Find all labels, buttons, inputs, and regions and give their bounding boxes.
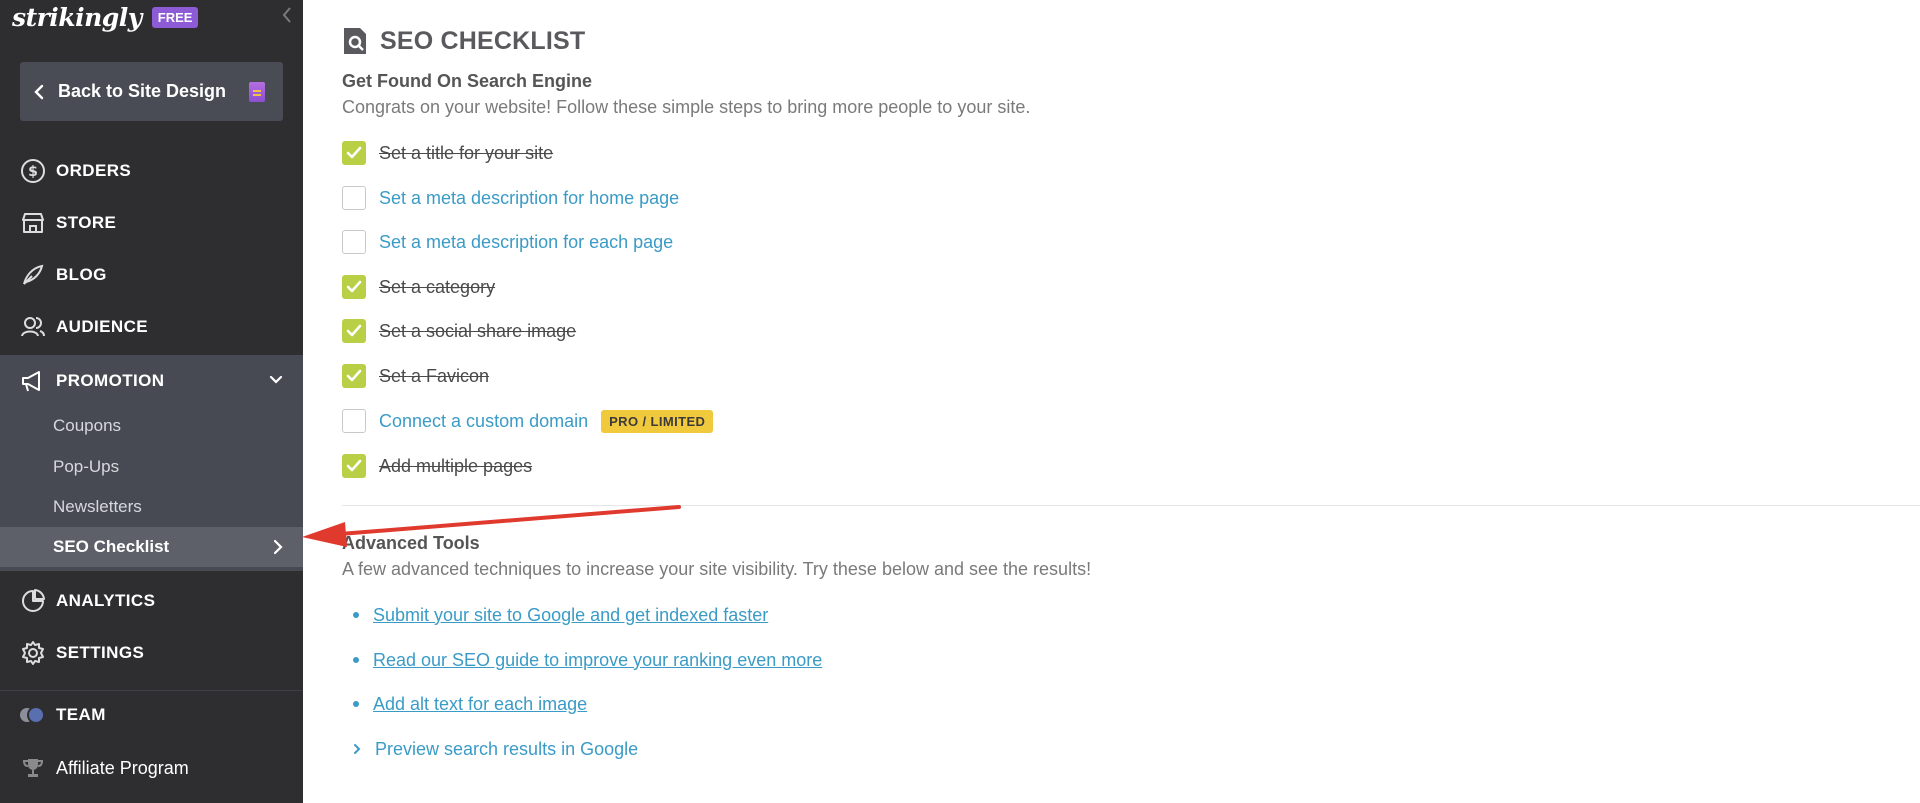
chevron-left-icon xyxy=(34,84,48,100)
checklist-item[interactable]: Set a meta description for each page xyxy=(342,229,673,255)
checklist-item-label: Set a title for your site xyxy=(379,142,554,163)
sub-item-coupons[interactable]: Coupons xyxy=(0,406,303,446)
bullet xyxy=(353,701,359,707)
audience-icon xyxy=(20,314,46,340)
promotion-section: PROMOTION Coupons Pop-Ups Newsletters SE… xyxy=(0,355,303,571)
checklist-item-link[interactable]: Set a meta description for each page xyxy=(379,232,673,253)
chevron-right-icon xyxy=(353,743,361,755)
back-to-site-design-button[interactable]: Back to Site Design xyxy=(20,62,283,121)
sub-item-pop-ups[interactable]: Pop-Ups xyxy=(0,447,303,487)
checklist-item-label: Add multiple pages xyxy=(379,455,533,476)
team-avatars-icon xyxy=(18,704,48,726)
nav-audience[interactable]: AUDIENCE xyxy=(0,301,303,353)
nav-promotion-label: PROMOTION xyxy=(56,371,165,390)
nav-analytics-label: ANALYTICS xyxy=(56,591,156,610)
page-header: SEO CHECKLIST xyxy=(342,26,585,56)
sub-item-newsletters[interactable]: Newsletters xyxy=(0,487,303,527)
alt-text-link[interactable]: Add alt text for each image xyxy=(373,694,587,715)
section-advanced-tools-desc: A few advanced techniques to increase yo… xyxy=(342,559,1092,579)
nav-affiliate-label: Affiliate Program xyxy=(56,757,189,778)
site-design-icon xyxy=(249,81,265,102)
checklist-item-link[interactable]: Set a meta description for home page xyxy=(379,188,679,209)
checklist-item[interactable]: Connect a custom domain PRO / LIMITED xyxy=(342,408,714,434)
brand[interactable]: strikingly FREE xyxy=(12,2,199,32)
nav-store[interactable]: STORE xyxy=(0,197,303,249)
checkbox-unchecked[interactable] xyxy=(342,186,366,210)
section-advanced-tools-title: Advanced Tools xyxy=(342,533,480,553)
bullet xyxy=(353,612,359,618)
submit-to-google-link[interactable]: Submit your site to Google and get index… xyxy=(373,605,768,626)
store-icon xyxy=(20,210,46,236)
nav-affiliate-program[interactable]: Affiliate Program xyxy=(0,742,303,794)
checkbox-unchecked[interactable] xyxy=(342,409,366,433)
section-divider xyxy=(342,505,1920,506)
seo-guide-link[interactable]: Read our SEO guide to improve your ranki… xyxy=(373,650,822,671)
checklist-item[interactable]: Set a title for your site xyxy=(342,140,553,166)
seo-search-document-icon xyxy=(342,26,368,56)
checkbox-checked[interactable] xyxy=(342,454,366,478)
nav-audience-label: AUDIENCE xyxy=(56,317,148,336)
svg-text:$: $ xyxy=(28,164,38,180)
checklist-item[interactable]: Set a meta description for home page xyxy=(342,185,679,211)
sidebar: strikingly FREE Back to Site Design $ OR… xyxy=(0,0,303,803)
bullet xyxy=(353,657,359,663)
nav-blog-label: BLOG xyxy=(56,265,107,284)
nav-analytics[interactable]: ANALYTICS xyxy=(0,575,303,627)
checklist-item-link[interactable]: Connect a custom domain xyxy=(379,411,588,432)
megaphone-icon xyxy=(20,368,46,394)
nav-store-label: STORE xyxy=(56,213,117,232)
pie-chart-icon xyxy=(20,588,46,614)
chevron-down-icon xyxy=(265,369,287,391)
checklist-item[interactable]: Set a Favicon xyxy=(342,363,489,389)
dollar-circle-icon: $ xyxy=(20,158,46,184)
checkbox-checked[interactable] xyxy=(342,364,366,388)
chevron-right-icon xyxy=(270,537,286,557)
advanced-link-item[interactable]: Add alt text for each image xyxy=(353,692,587,716)
checklist-item-label: Set a category xyxy=(379,276,496,297)
nav-blog[interactable]: BLOG xyxy=(0,249,303,301)
preview-search-results-label: Preview search results in Google xyxy=(375,738,639,759)
nav-settings-label: SETTINGS xyxy=(56,643,145,662)
nav-promotion[interactable]: PROMOTION xyxy=(0,355,303,407)
checklist-item[interactable]: Set a category xyxy=(342,274,495,300)
section-get-found-title: Get Found On Search Engine xyxy=(342,71,593,91)
preview-search-results-toggle[interactable]: Preview search results in Google xyxy=(353,737,638,761)
checklist-item[interactable]: Add multiple pages xyxy=(342,453,532,479)
section-get-found-desc: Congrats on your website! Follow these s… xyxy=(342,97,1031,117)
page-title: SEO CHECKLIST xyxy=(380,26,586,55)
nav-settings[interactable]: SETTINGS xyxy=(0,627,303,679)
collapse-sidebar-icon[interactable] xyxy=(281,5,301,29)
trophy-icon xyxy=(20,755,46,781)
back-button-label: Back to Site Design xyxy=(58,81,227,101)
checkbox-checked[interactable] xyxy=(342,319,366,343)
advanced-link-item[interactable]: Submit your site to Google and get index… xyxy=(353,603,768,627)
nav-team[interactable]: TEAM xyxy=(0,689,303,741)
checklist-item-label: Set a social share image xyxy=(379,320,577,341)
main-content: SEO CHECKLIST Get Found On Search Engine… xyxy=(303,0,1920,803)
nav-team-label: TEAM xyxy=(56,705,106,724)
advanced-link-item[interactable]: Read our SEO guide to improve your ranki… xyxy=(353,648,822,672)
checklist-item[interactable]: Set a social share image xyxy=(342,318,576,344)
pro-limited-badge: PRO / LIMITED xyxy=(601,409,714,433)
checkbox-checked[interactable] xyxy=(342,275,366,299)
checklist-item-label: Set a Favicon xyxy=(379,365,490,386)
nav-orders[interactable]: $ ORDERS xyxy=(0,145,303,197)
feather-pen-icon xyxy=(20,262,46,288)
strikingly-logo[interactable]: strikingly xyxy=(12,3,142,32)
checkbox-checked[interactable] xyxy=(342,141,366,165)
checkbox-unchecked[interactable] xyxy=(342,230,366,254)
nav-orders-label: ORDERS xyxy=(56,161,132,180)
sub-item-seo-checklist[interactable]: SEO Checklist xyxy=(0,527,303,567)
gear-icon xyxy=(20,640,46,666)
plan-badge: FREE xyxy=(151,6,199,28)
